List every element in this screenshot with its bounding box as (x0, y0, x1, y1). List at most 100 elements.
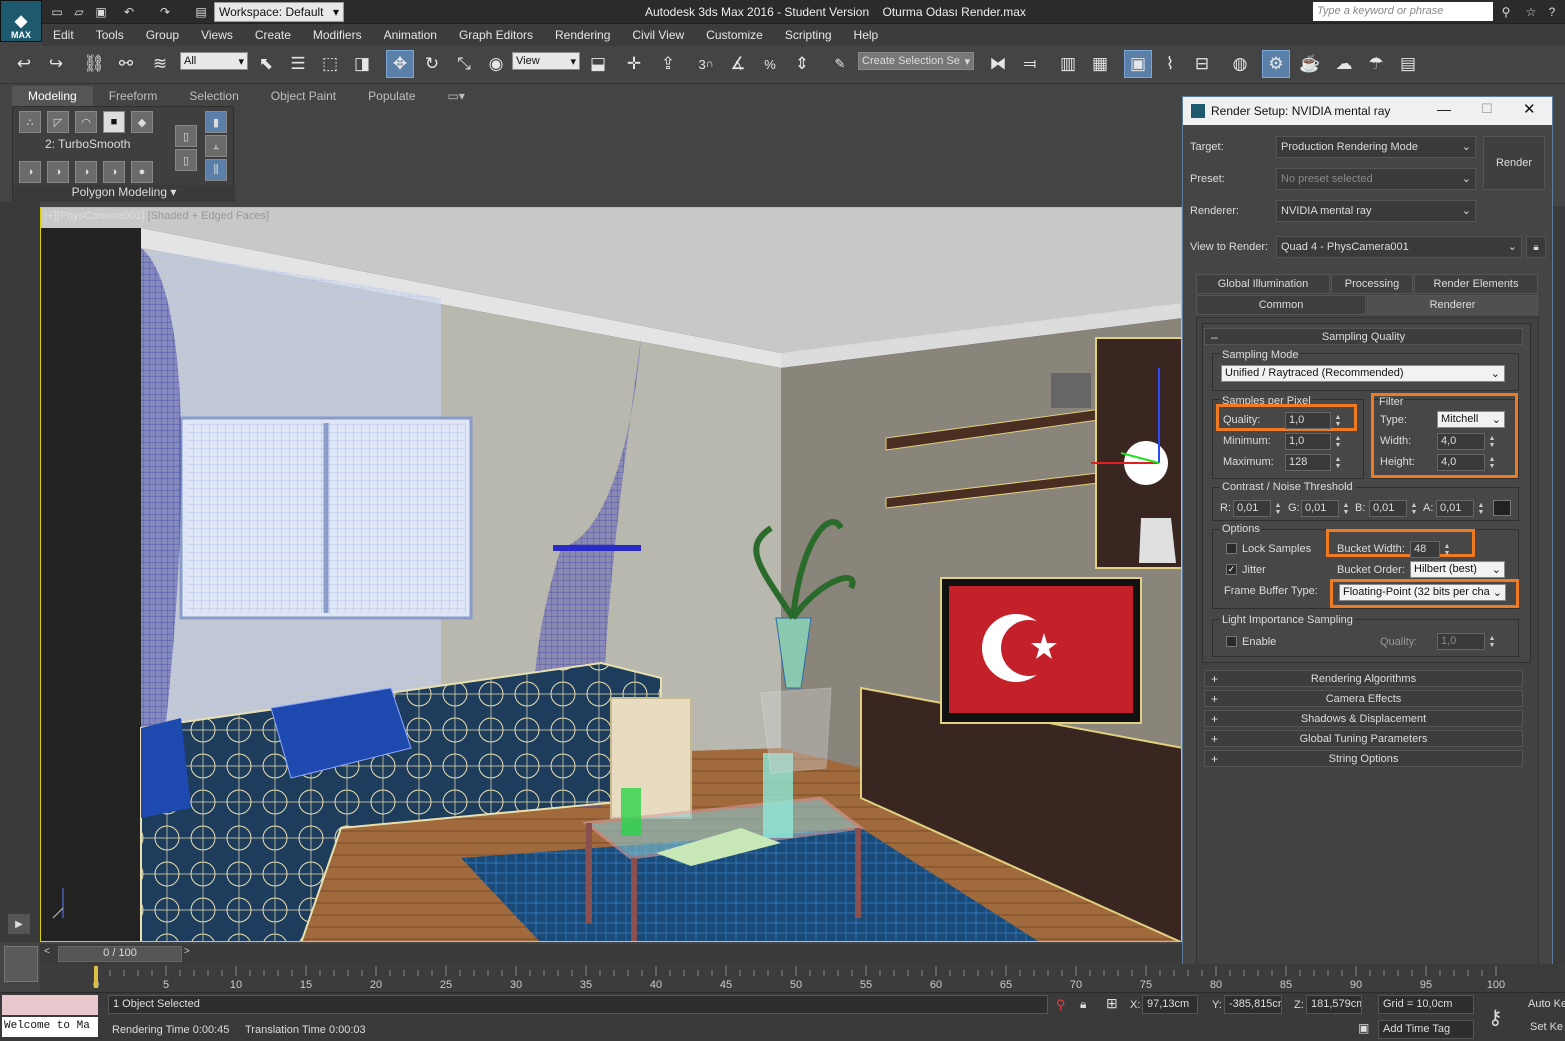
viewport-camera-label[interactable]: [PhysCamera001] (57, 210, 145, 222)
set-key-button[interactable]: Set Ke (1526, 1018, 1565, 1038)
app-logo[interactable]: MAX ◆ (0, 0, 42, 42)
unlink-icon[interactable]: ⚯ (112, 50, 140, 78)
link-icon[interactable]: ⛓ (80, 50, 108, 78)
tab-render-elements[interactable]: Render Elements (1414, 274, 1538, 294)
save-icon[interactable]: ▣ (92, 3, 110, 21)
polygon-modeling-panel[interactable]: Polygon Modeling ▾ (13, 185, 235, 202)
viewport-menu[interactable]: [+] (44, 210, 57, 222)
border-icon[interactable]: ◠ (75, 111, 97, 133)
b-arrows[interactable]: ▲ ▼ (1409, 500, 1419, 517)
li-quality-arrows[interactable]: ▲ ▼ (1487, 633, 1497, 650)
maxscript-listener[interactable]: Welcome to Ma (2, 1017, 98, 1037)
undo-icon[interactable]: ↶ (120, 3, 138, 21)
pivot-center-icon[interactable]: ⬓ (584, 50, 612, 78)
tab-modeling[interactable]: Modeling (12, 86, 93, 106)
g-spinner[interactable]: 0,01 (1301, 500, 1339, 517)
absolute-mode-icon[interactable]: ⊞ (1106, 995, 1118, 1012)
menu-views[interactable]: Views (190, 28, 244, 42)
bucket-order-dropdown[interactable]: Hilbert (best) ⌄ (1410, 561, 1505, 578)
rollout-camera-effects[interactable]: + Camera Effects (1204, 690, 1523, 707)
menu-tools[interactable]: Tools (85, 28, 135, 42)
tab-populate[interactable]: Populate (352, 89, 431, 103)
li-quality-spinner[interactable]: 1,0 (1437, 633, 1485, 650)
menu-modifiers[interactable]: Modifiers (302, 28, 373, 42)
quality-spinner-arrows[interactable]: ▲ ▼ (1333, 412, 1343, 429)
menu-edit[interactable]: Edit (42, 28, 85, 42)
edit-named-selection-icon[interactable]: ✎ (826, 50, 854, 78)
scene-explorer-icon[interactable]: ▣ (1124, 50, 1152, 78)
maximum-spinner[interactable]: 128 (1285, 454, 1331, 471)
layer-explorer-icon[interactable]: ▥ (1054, 50, 1082, 78)
mirror-icon[interactable]: ⧓ (984, 50, 1012, 78)
add-time-tag[interactable]: Add Time Tag (1378, 1020, 1474, 1039)
rollout-string-options[interactable]: + String Options (1204, 750, 1523, 767)
vertex-icon[interactable]: ∴ (19, 111, 41, 133)
render-production-icon[interactable]: ☁ (1330, 50, 1358, 78)
select-move-icon[interactable]: ✥ (386, 50, 414, 78)
minimize-icon[interactable]: — (1437, 101, 1451, 117)
menu-customize[interactable]: Customize (695, 28, 774, 42)
toggle-ribbon-icon[interactable]: ▦ (1086, 50, 1114, 78)
bucket-width-arrows[interactable]: ▲ ▼ (1442, 541, 1452, 558)
shrink-grow-icon[interactable]: ⫼ (205, 159, 227, 181)
rollout-shadows-displacement[interactable]: + Shadows & Displacement (1204, 710, 1523, 727)
select-place-icon[interactable]: ◉ (482, 50, 510, 78)
x-coordinate-field[interactable]: 97,13cm (1142, 995, 1198, 1014)
viewport-label[interactable]: [+][PhysCamera001] [Shaded + Edged Faces… (44, 210, 269, 222)
rollout-rendering-algorithms[interactable]: + Rendering Algorithms (1204, 670, 1523, 687)
a-spinner[interactable]: 0,01 (1436, 500, 1474, 517)
binoculars-icon[interactable]: ⚲ (1497, 3, 1515, 21)
bucket-width-spinner[interactable]: 48 (1410, 541, 1440, 558)
select-manipulate-icon[interactable]: ✛ (620, 50, 648, 78)
dialog-title-bar[interactable]: Render Setup: NVIDIA mental ray — ☐ ✕ (1183, 97, 1552, 125)
tab-common[interactable]: Common (1196, 295, 1366, 315)
select-object-icon[interactable]: ⬉ (252, 50, 280, 78)
pin-icon[interactable]: ⚲ (1056, 997, 1066, 1013)
project-folder-icon[interactable]: ▤ (192, 3, 210, 21)
stack-icon-4[interactable]: ◑ (103, 161, 125, 183)
contrast-color-swatch[interactable] (1493, 500, 1511, 516)
new-file-icon[interactable]: ▭ (48, 3, 66, 21)
star-icon[interactable]: ☆ (1522, 3, 1540, 21)
percent-snap-icon[interactable]: % (756, 50, 784, 78)
sampling-mode-dropdown[interactable]: Unified / Raytraced (Recommended) ⌄ (1221, 365, 1505, 382)
tab-selection[interactable]: Selection (173, 89, 254, 103)
render-setup-icon[interactable]: ⚙ (1262, 50, 1290, 78)
menu-group[interactable]: Group (135, 28, 190, 42)
r-arrows[interactable]: ▲ ▼ (1273, 500, 1283, 517)
preview-selection-icon[interactable]: ▯ (175, 125, 197, 147)
by-angle-icon[interactable]: ⫠ (205, 135, 227, 157)
tab-freeform[interactable]: Freeform (93, 89, 174, 103)
time-tag-icon[interactable]: ▣ (1358, 1021, 1369, 1035)
snap-3d-icon[interactable]: 3 ∩ (692, 50, 720, 78)
bind-space-warp-icon[interactable]: ≋ (146, 50, 174, 78)
schematic-view-icon[interactable]: ⊟ (1188, 50, 1216, 78)
rollout-global-tuning[interactable]: + Global Tuning Parameters (1204, 730, 1523, 747)
view-to-render-dropdown[interactable]: Quad 4 - PhysCamera001 ⌄ (1276, 236, 1522, 258)
ribbon-options-icon[interactable]: ▭▾ (432, 89, 481, 103)
stack-icon-2[interactable]: ◑ (47, 161, 69, 183)
reference-coordinate-dropdown[interactable]: View ▾ (512, 52, 580, 70)
render-iterative-icon[interactable]: ☂ (1362, 50, 1390, 78)
tab-renderer[interactable]: Renderer (1367, 295, 1538, 315)
quality-spinner[interactable]: 1,0 (1285, 412, 1331, 429)
frame-buffer-dropdown[interactable]: Floating-Point (32 bits per cha ⌄ (1339, 584, 1506, 601)
menu-civil-view[interactable]: Civil View (621, 28, 695, 42)
minimum-spinner[interactable]: 1,0 (1285, 433, 1331, 450)
play-icon[interactable]: ▶ (8, 914, 30, 934)
angle-snap-icon[interactable]: ∡ (724, 50, 752, 78)
maxscript-listener-pink[interactable] (2, 995, 98, 1015)
redo-icon[interactable]: ↪ (42, 50, 70, 78)
menu-rendering[interactable]: Rendering (544, 28, 621, 42)
render-in-cloud-icon[interactable]: ▤ (1394, 50, 1422, 78)
minimum-spinner-arrows[interactable]: ▲ ▼ (1333, 433, 1343, 450)
ignore-backfacing-icon[interactable]: ▯ (175, 149, 197, 171)
menu-scripting[interactable]: Scripting (774, 28, 843, 42)
filter-width-arrows[interactable]: ▲ ▼ (1487, 433, 1497, 450)
window-crossing-icon[interactable]: ◨ (348, 50, 376, 78)
select-rotate-icon[interactable]: ↻ (418, 50, 446, 78)
workspace-dropdown[interactable]: Workspace: Default ▾ (214, 2, 344, 22)
z-coordinate-field[interactable]: 181,579cm (1306, 995, 1362, 1014)
help-icon[interactable]: ? (1543, 3, 1561, 21)
open-file-icon[interactable]: ▱ (70, 3, 88, 21)
